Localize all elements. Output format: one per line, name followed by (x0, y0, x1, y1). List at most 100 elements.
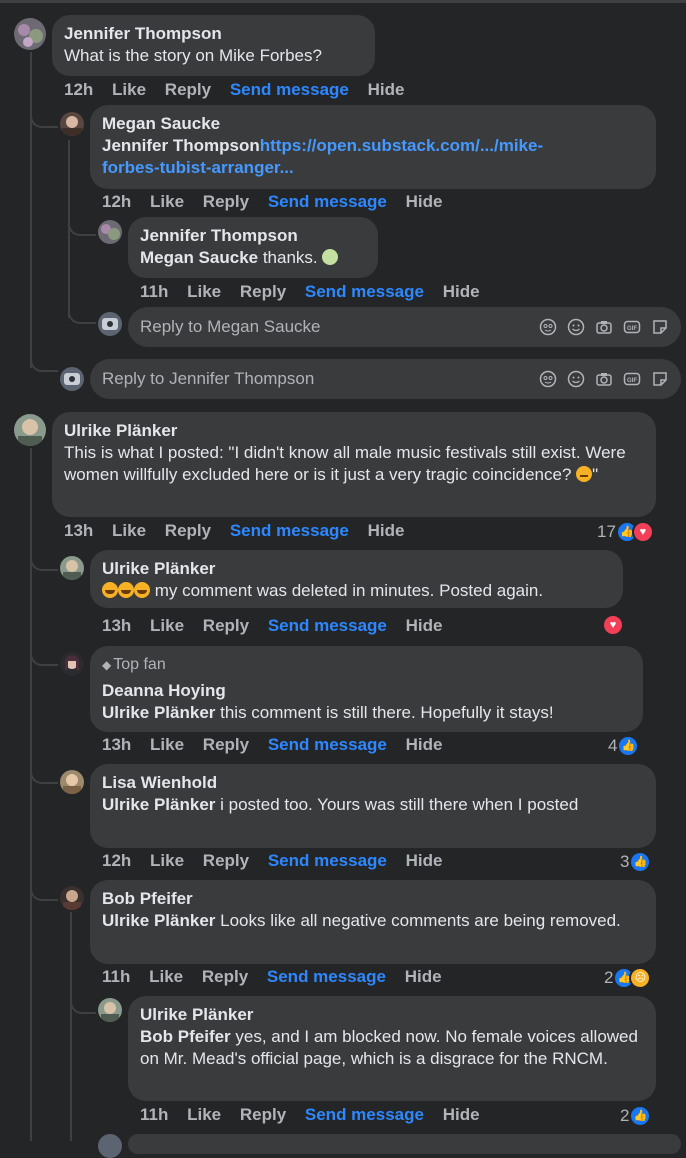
emoji-icon[interactable] (567, 318, 585, 336)
mention-tag[interactable]: Ulrike Plänker (102, 795, 215, 814)
avatar[interactable] (14, 18, 46, 50)
camera-icon[interactable] (595, 370, 613, 388)
avatar-icon[interactable] (539, 318, 557, 336)
mention-tag[interactable]: Megan Saucke (140, 248, 258, 267)
like-button[interactable]: Like (112, 521, 146, 540)
timestamp[interactable]: 12h (102, 192, 131, 211)
like-button[interactable]: Like (112, 80, 146, 99)
send-message-button[interactable]: Send message (230, 521, 349, 540)
comment-author[interactable]: Ulrike Plänker (102, 558, 611, 580)
hide-button[interactable]: Hide (406, 851, 443, 870)
timestamp[interactable]: 13h (102, 616, 131, 635)
timestamp[interactable]: 11h (102, 967, 130, 986)
timestamp[interactable]: 13h (64, 521, 93, 540)
timestamp[interactable]: 12h (64, 80, 93, 99)
comment-author[interactable]: Jennifer Thompson (64, 23, 363, 45)
avatar[interactable] (60, 112, 84, 136)
avatar[interactable] (60, 556, 84, 580)
reply-button[interactable]: Reply (165, 521, 211, 540)
reaction-summary[interactable]: 2 👍 ☹ (604, 967, 652, 989)
send-message-button[interactable]: Send message (305, 1105, 424, 1124)
mention-tag[interactable]: Bob Pfeifer (140, 1027, 231, 1046)
send-message-button[interactable]: Send message (268, 735, 387, 754)
avatar[interactable] (60, 652, 84, 676)
like-button[interactable]: Like (150, 735, 184, 754)
send-message-button[interactable]: Send message (230, 80, 349, 99)
sticker-icon[interactable] (651, 370, 669, 388)
thread-connector (30, 875, 58, 901)
reaction-summary[interactable]: ♥ (602, 614, 624, 636)
like-button[interactable]: Like (149, 967, 183, 986)
reaction-summary[interactable]: 2 👍 (620, 1105, 652, 1127)
comment-author[interactable]: Megan Saucke (102, 113, 644, 135)
reaction-count: 4 (608, 736, 618, 755)
mention-tag[interactable]: Jennifer Thompson (102, 136, 260, 155)
comment-author[interactable]: Ulrike Plänker (140, 1004, 644, 1026)
like-button[interactable]: Like (150, 192, 184, 211)
like-button[interactable]: Like (150, 851, 184, 870)
timestamp[interactable]: 12h (102, 851, 131, 870)
cold-face-emoji-icon (322, 249, 339, 265)
timestamp[interactable]: 11h (140, 1105, 168, 1124)
comment-link[interactable]: forbes-tubist-arranger... (102, 158, 294, 177)
comment-author[interactable]: Lisa Wienhold (102, 772, 644, 794)
hide-button[interactable]: Hide (443, 1105, 480, 1124)
timestamp[interactable]: 11h (140, 282, 168, 301)
hide-button[interactable]: Hide (406, 192, 443, 211)
top-fan-badge: ◆ Top fan (102, 654, 631, 676)
send-message-button[interactable]: Send message (268, 616, 387, 635)
comment-bubble: Jennifer Thompson Megan Saucke thanks. (128, 217, 378, 278)
reply-button[interactable]: Reply (240, 282, 286, 301)
like-button[interactable]: Like (150, 616, 184, 635)
avatar[interactable] (98, 998, 122, 1022)
hide-button[interactable]: Hide (406, 616, 443, 635)
timestamp[interactable]: 13h (102, 735, 131, 754)
reply-button[interactable]: Reply (240, 1105, 286, 1124)
comment-link[interactable]: https://open.substack.com/.../mike- (260, 136, 543, 155)
comment-author[interactable]: Bob Pfeifer (102, 888, 644, 910)
comment-author[interactable]: Deanna Hoying (102, 680, 631, 702)
reply-button[interactable]: Reply (203, 851, 249, 870)
gif-icon[interactable]: GIF (623, 318, 641, 336)
hide-button[interactable]: Hide (405, 967, 442, 986)
avatar[interactable] (14, 414, 46, 446)
reaction-summary[interactable]: 17 👍 ♥ (597, 521, 654, 543)
hide-button[interactable]: Hide (368, 80, 405, 99)
reaction-summary[interactable]: 3 👍 (620, 851, 652, 873)
comment-actions: 12h Like Reply Send message Hide (64, 80, 418, 100)
emoji-icon[interactable] (567, 370, 585, 388)
user-avatar (98, 312, 122, 336)
comment-author[interactable]: Ulrike Plänker (64, 420, 644, 442)
send-message-button[interactable]: Send message (267, 967, 386, 986)
avatar[interactable] (98, 220, 122, 244)
send-message-button[interactable]: Send message (305, 282, 424, 301)
hide-button[interactable]: Hide (406, 735, 443, 754)
reply-button[interactable]: Reply (203, 616, 249, 635)
reply-button[interactable]: Reply (203, 735, 249, 754)
reply-input[interactable]: Reply to Megan Saucke GIF (128, 307, 681, 347)
hide-button[interactable]: Hide (368, 521, 405, 540)
mention-tag[interactable]: Ulrike Plänker (102, 703, 215, 722)
comment-actions: 13h Like Reply Send message Hide (102, 735, 456, 755)
avatar[interactable] (60, 770, 84, 794)
camera-icon[interactable] (595, 318, 613, 336)
gif-icon[interactable]: GIF (623, 370, 641, 388)
like-button[interactable]: Like (187, 1105, 221, 1124)
send-message-button[interactable]: Send message (268, 851, 387, 870)
avatar-icon[interactable] (539, 370, 557, 388)
mention-tag[interactable]: Ulrike Plänker (102, 911, 215, 930)
reply-input[interactable]: Reply to Jennifer Thompson GIF (90, 359, 681, 399)
reply-button[interactable]: Reply (202, 967, 248, 986)
reply-button[interactable]: Reply (165, 80, 211, 99)
avatar[interactable] (60, 886, 84, 910)
comment-actions: 11h Like Reply Send message Hide (140, 282, 494, 302)
sad-reaction-icon: ☹ (629, 967, 652, 989)
comment-author[interactable]: Jennifer Thompson (140, 225, 366, 247)
comment-text: This is what I posted: "I didn't know al… (64, 443, 626, 484)
reply-button[interactable]: Reply (203, 192, 249, 211)
send-message-button[interactable]: Send message (268, 192, 387, 211)
sticker-icon[interactable] (651, 318, 669, 336)
like-button[interactable]: Like (187, 282, 221, 301)
reaction-summary[interactable]: 4 👍 (608, 735, 640, 757)
hide-button[interactable]: Hide (443, 282, 480, 301)
